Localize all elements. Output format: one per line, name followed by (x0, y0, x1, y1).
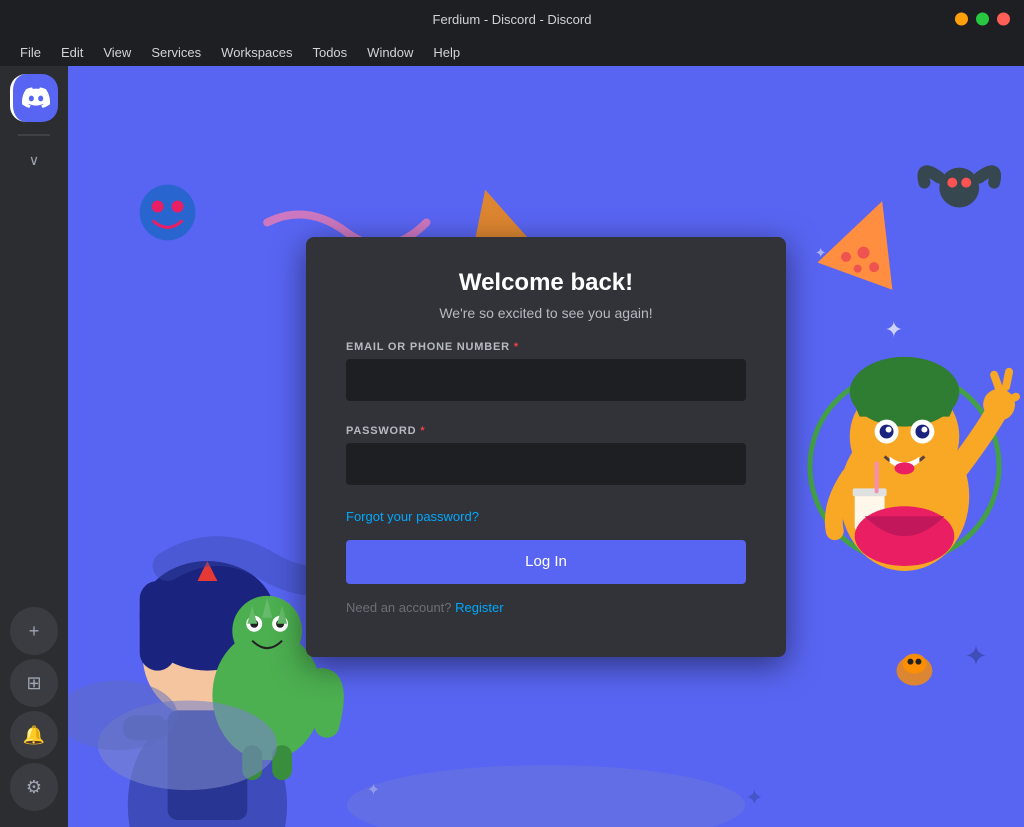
discord-logo-icon (22, 84, 50, 112)
modal-overlay: Welcome back! We're so excited to see yo… (68, 66, 1024, 827)
sidebar: ∨ + ⊞ 🔔 ⚙ (0, 66, 68, 827)
notifications-button[interactable]: 🔔 (10, 711, 58, 759)
email-form-group: EMAIL OR PHONE NUMBER * (346, 341, 746, 417)
menu-view[interactable]: View (95, 42, 139, 63)
window-title: Ferdium - Discord - Discord (433, 12, 592, 27)
password-input[interactable] (346, 443, 746, 485)
password-label: PASSWORD * (346, 425, 746, 437)
sidebar-collapse-button[interactable]: ∨ (10, 144, 58, 176)
close-button[interactable] (997, 13, 1010, 26)
login-modal: Welcome back! We're so excited to see yo… (306, 237, 786, 657)
content-area: ✦ ✦ ✦ ✦ ✦ (68, 66, 1024, 827)
minimize-button[interactable] (976, 13, 989, 26)
main-layout: ∨ + ⊞ 🔔 ⚙ (0, 66, 1024, 827)
window-controls (955, 13, 1010, 26)
title-bar: Ferdium - Discord - Discord (0, 0, 1024, 38)
login-button[interactable]: Log In (346, 540, 746, 584)
menu-services[interactable]: Services (143, 42, 209, 63)
workspaces-button[interactable]: ⊞ (10, 659, 58, 707)
menu-bar: File Edit View Services Workspaces Todos… (0, 38, 1024, 66)
menu-todos[interactable]: Todos (304, 42, 355, 63)
add-service-button[interactable]: + (10, 607, 58, 655)
chevron-down-icon: ∨ (29, 152, 39, 169)
modal-title: Welcome back! (346, 269, 746, 297)
plus-icon: + (29, 621, 40, 642)
gear-icon: ⚙ (26, 777, 42, 798)
maximize-button[interactable] (955, 13, 968, 26)
menu-edit[interactable]: Edit (53, 42, 91, 63)
settings-button[interactable]: ⚙ (10, 763, 58, 811)
email-input[interactable] (346, 359, 746, 401)
email-label: EMAIL OR PHONE NUMBER * (346, 341, 746, 353)
menu-help[interactable]: Help (425, 42, 468, 63)
register-prompt: Need an account? Register (346, 600, 746, 615)
modal-subtitle: We're so excited to see you again! (346, 305, 746, 321)
menu-window[interactable]: Window (359, 42, 421, 63)
menu-workspaces[interactable]: Workspaces (213, 42, 300, 63)
grid-icon: ⊞ (26, 673, 41, 694)
password-required-star: * (420, 425, 425, 437)
sidebar-divider (18, 134, 50, 136)
bell-icon: 🔔 (23, 725, 45, 746)
sidebar-bottom-actions: + ⊞ 🔔 ⚙ (10, 607, 58, 819)
email-required-star: * (514, 341, 519, 353)
register-link[interactable]: Register (455, 600, 503, 615)
password-form-group: PASSWORD * (346, 425, 746, 501)
discord-service-icon[interactable] (10, 74, 58, 122)
menu-file[interactable]: File (12, 42, 49, 63)
forgot-password-link[interactable]: Forgot your password? (346, 509, 746, 524)
